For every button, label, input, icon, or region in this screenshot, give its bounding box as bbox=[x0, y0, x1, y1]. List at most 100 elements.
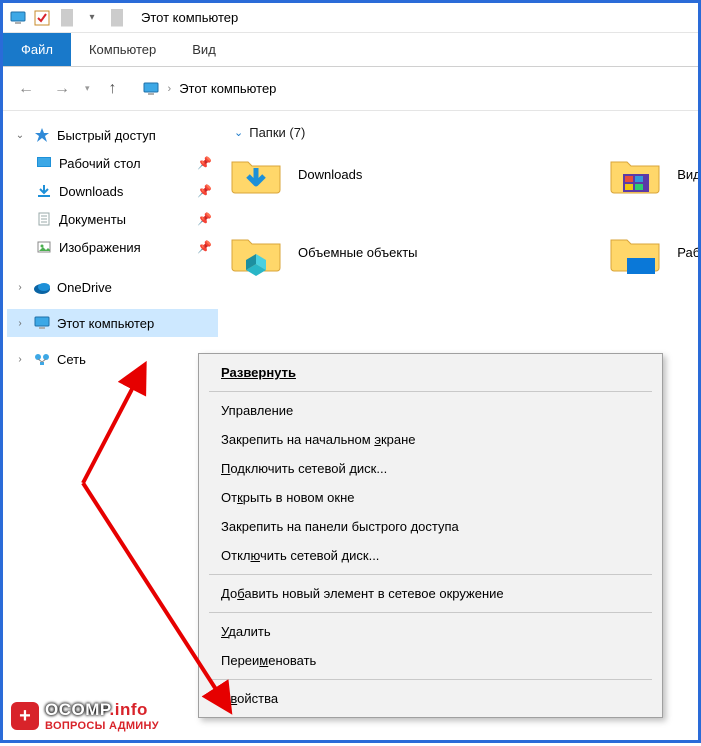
nav-bar: ← → ▾ ↑ › Этот компьютер bbox=[3, 67, 698, 111]
sidebar-item-quick-access[interactable]: ⌄ Быстрый доступ bbox=[7, 121, 218, 149]
nav-up-button[interactable]: ↑ bbox=[100, 76, 126, 102]
title-bar: ▾ Этот компьютер bbox=[3, 3, 698, 33]
separator bbox=[209, 679, 652, 680]
sidebar-item-label: OneDrive bbox=[57, 280, 112, 295]
pin-icon: 📌 bbox=[197, 212, 212, 226]
sidebar-item-desktop[interactable]: Рабочий стол 📌 bbox=[7, 149, 218, 177]
documents-icon bbox=[35, 210, 53, 228]
images-icon bbox=[35, 238, 53, 256]
chevron-down-icon: ⌄ bbox=[234, 126, 243, 139]
ctx-rename[interactable]: Переименовать bbox=[201, 646, 660, 675]
folder-desktop[interactable]: Рабо bbox=[607, 228, 698, 276]
separator bbox=[111, 9, 123, 27]
context-menu: Развернуть Управление Закрепить на начал… bbox=[198, 353, 663, 718]
ctx-label: Удалить bbox=[221, 624, 271, 639]
ctx-map-drive[interactable]: Подключить сетевой диск... bbox=[201, 454, 660, 483]
computer-icon bbox=[142, 80, 160, 98]
breadcrumb[interactable]: › Этот компьютер bbox=[136, 75, 688, 103]
navigation-pane: ⌄ Быстрый доступ Рабочий стол 📌 Download… bbox=[3, 111, 218, 740]
folder-label: Виде bbox=[677, 167, 698, 182]
breadcrumb-segment[interactable]: Этот компьютер bbox=[179, 81, 276, 96]
watermark-subtitle: ВОПРОСЫ АДМИНУ bbox=[45, 720, 159, 732]
chevron-down-icon[interactable]: ⌄ bbox=[13, 130, 27, 141]
window-title: Этот компьютер bbox=[141, 10, 238, 25]
ctx-label: Подключить сетевой диск... bbox=[221, 461, 387, 476]
sidebar-item-label: Документы bbox=[59, 212, 126, 227]
tab-computer[interactable]: Компьютер bbox=[71, 33, 174, 66]
chevron-right-icon[interactable]: › bbox=[13, 318, 27, 329]
separator bbox=[209, 391, 652, 392]
sidebar-item-documents[interactable]: Документы 📌 bbox=[7, 205, 218, 233]
computer-icon bbox=[33, 314, 51, 332]
watermark: + OCOMP.info ВОПРОСЫ АДМИНУ bbox=[11, 700, 159, 732]
ctx-open-new-window[interactable]: Открыть в новом окне bbox=[201, 483, 660, 512]
qat-properties-icon[interactable] bbox=[33, 9, 51, 27]
folder-label: Объемные объекты bbox=[298, 245, 418, 260]
star-icon bbox=[33, 126, 51, 144]
sidebar-item-this-pc[interactable]: › Этот компьютер bbox=[7, 309, 218, 337]
separator bbox=[61, 9, 73, 27]
ctx-label: Закрепить на панели быстрого доступа bbox=[221, 519, 459, 534]
sidebar-item-label: Изображения bbox=[59, 240, 141, 255]
ctx-disconnect-drive[interactable]: Отключить сетевой диск... bbox=[201, 541, 660, 570]
ctx-properties[interactable]: Свойства bbox=[201, 684, 660, 713]
downloads-folder-icon bbox=[228, 150, 284, 198]
ctx-label: Переименовать bbox=[221, 653, 316, 668]
sidebar-item-label: Сеть bbox=[57, 352, 86, 367]
sidebar-item-label: Downloads bbox=[59, 184, 123, 199]
downloads-icon bbox=[35, 182, 53, 200]
nav-history-dropdown[interactable]: ▾ bbox=[85, 83, 90, 94]
folder-label: Рабо bbox=[677, 245, 698, 260]
tab-view[interactable]: Вид bbox=[174, 33, 234, 66]
pin-icon: 📌 bbox=[197, 184, 212, 198]
folders-section-header[interactable]: ⌄ Папки (7) bbox=[234, 125, 698, 140]
pin-icon: 📌 bbox=[197, 156, 212, 170]
onedrive-icon bbox=[33, 278, 51, 296]
desktop-icon bbox=[35, 154, 53, 172]
ctx-manage[interactable]: Управление bbox=[201, 396, 660, 425]
qat-dropdown-icon[interactable]: ▾ bbox=[83, 9, 101, 27]
tab-label: Компьютер bbox=[89, 42, 156, 57]
nav-forward-button[interactable]: → bbox=[49, 76, 75, 102]
sidebar-item-label: Быстрый доступ bbox=[57, 128, 156, 143]
videos-folder-icon bbox=[607, 150, 663, 198]
section-header-label: Папки (7) bbox=[249, 125, 305, 140]
desktop-folder-icon bbox=[607, 228, 663, 276]
ctx-label: Закрепить на начальном экране bbox=[221, 432, 416, 447]
chevron-right-icon[interactable]: › bbox=[13, 282, 27, 293]
computer-icon bbox=[9, 9, 27, 27]
ctx-label: Свойства bbox=[221, 691, 278, 706]
ctx-delete[interactable]: Удалить bbox=[201, 617, 660, 646]
ctx-pin-start[interactable]: Закрепить на начальном экране bbox=[201, 425, 660, 454]
sidebar-item-network[interactable]: › Сеть bbox=[7, 345, 218, 373]
sidebar-item-downloads[interactable]: Downloads 📌 bbox=[7, 177, 218, 205]
watermark-brand: OCOMP.info bbox=[45, 700, 159, 720]
ctx-label: Управление bbox=[221, 403, 293, 418]
separator bbox=[209, 574, 652, 575]
folder-videos[interactable]: Виде bbox=[607, 150, 698, 198]
folder-grid: Downloads Объемные объекты Виде bbox=[228, 150, 698, 276]
tab-label: Файл bbox=[21, 42, 53, 57]
chevron-right-icon[interactable]: › bbox=[13, 354, 27, 365]
tab-label: Вид bbox=[192, 42, 216, 57]
3dobjects-folder-icon bbox=[228, 228, 284, 276]
network-icon bbox=[33, 350, 51, 368]
sidebar-item-label: Рабочий стол bbox=[59, 156, 141, 171]
sidebar-item-pictures[interactable]: Изображения 📌 bbox=[7, 233, 218, 261]
nav-back-button[interactable]: ← bbox=[13, 76, 39, 102]
ctx-pin-quick-access[interactable]: Закрепить на панели быстрого доступа bbox=[201, 512, 660, 541]
ctx-label: Открыть в новом окне bbox=[221, 490, 354, 505]
ctx-expand[interactable]: Развернуть bbox=[201, 358, 660, 387]
ribbon-tabs: Файл Компьютер Вид bbox=[3, 33, 698, 67]
folder-label: Downloads bbox=[298, 167, 362, 182]
folder-downloads[interactable]: Downloads bbox=[228, 150, 418, 198]
tab-file[interactable]: Файл bbox=[3, 33, 71, 66]
sidebar-item-label: Этот компьютер bbox=[57, 316, 154, 331]
folder-3d-objects[interactable]: Объемные объекты bbox=[228, 228, 418, 276]
chevron-right-icon: › bbox=[168, 83, 172, 95]
ctx-label: Развернуть bbox=[221, 365, 296, 380]
ctx-label: Добавить новый элемент в сетевое окружен… bbox=[221, 586, 504, 601]
ctx-add-network-location[interactable]: Добавить новый элемент в сетевое окружен… bbox=[201, 579, 660, 608]
sidebar-item-onedrive[interactable]: › OneDrive bbox=[7, 273, 218, 301]
pin-icon: 📌 bbox=[197, 240, 212, 254]
